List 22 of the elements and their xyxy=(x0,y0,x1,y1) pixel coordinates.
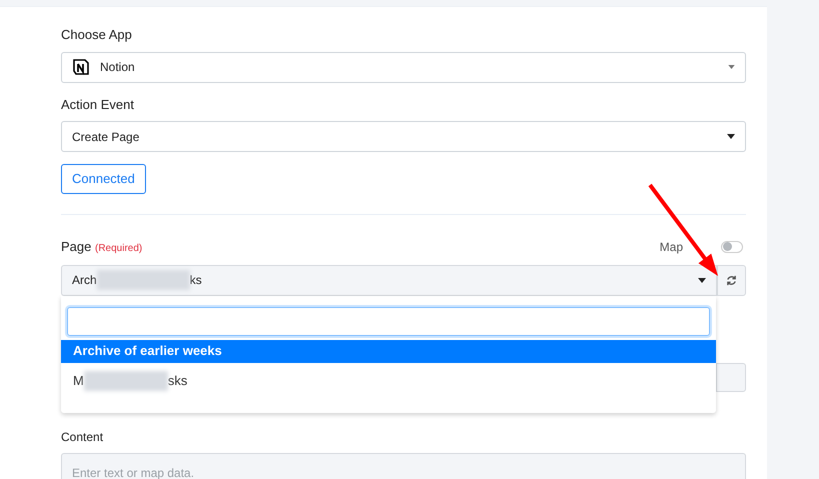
dropdown-field[interactable]: Notion xyxy=(61,52,746,82)
select-value-start: Arch xyxy=(72,272,97,289)
field-label: Page xyxy=(61,239,92,254)
select-value-end: ks xyxy=(190,272,202,289)
app-logo-icon xyxy=(72,58,90,76)
field-label: Content xyxy=(61,428,104,446)
refresh-icon xyxy=(726,274,737,286)
content-field[interactable]: Enter text or map data. xyxy=(61,452,746,479)
toggle-label: Map xyxy=(660,238,683,256)
search-field[interactable] xyxy=(67,306,710,336)
required-note: (Required) xyxy=(95,243,142,254)
caret-icon xyxy=(728,65,735,69)
dropdown-option[interactable]: M sks xyxy=(61,370,716,392)
field-label: Choose App xyxy=(61,26,133,44)
connected-button[interactable]: Connected xyxy=(61,164,146,194)
map-toggle[interactable] xyxy=(721,240,743,253)
dropdown-option[interactable]: Archive of earlier weeks xyxy=(61,340,716,362)
dropdown-field[interactable]: Create Page xyxy=(61,121,746,152)
caret-icon xyxy=(727,134,735,139)
field-label: Action Event xyxy=(61,96,135,114)
refresh-button[interactable] xyxy=(717,264,746,296)
page-select[interactable]: Arch ks xyxy=(61,264,717,296)
